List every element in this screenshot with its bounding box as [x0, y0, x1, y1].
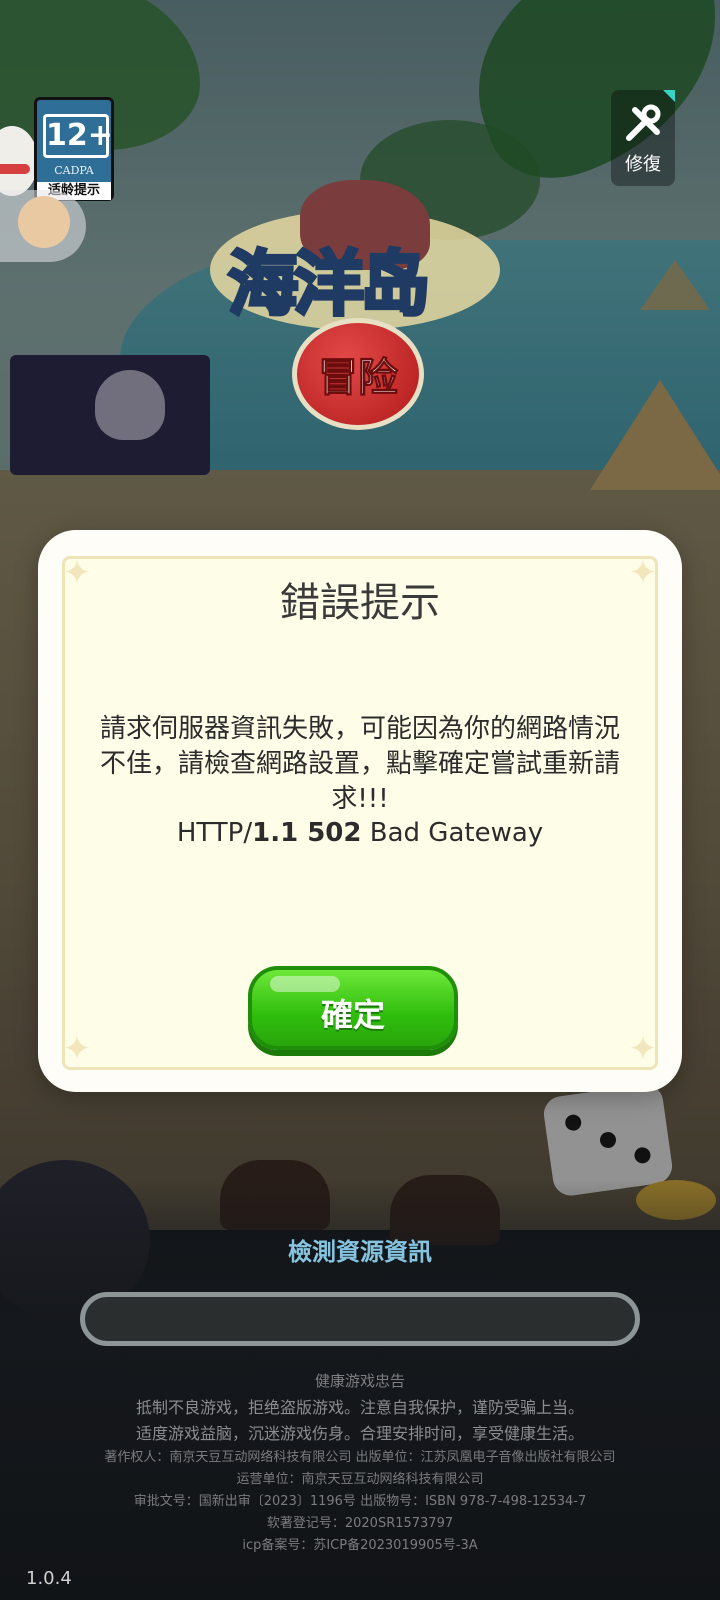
dialog-message: 請求伺服器資訊失敗，可能因為你的網路情況不佳，請檢查網路設置，點擊確定嘗試重新請…: [99, 714, 620, 814]
footer-line: 适度游戏益脑，沉迷游戏伤身。合理安排时间，享受健康生活。: [135, 1424, 584, 1443]
confirm-button[interactable]: 確定: [248, 966, 458, 1050]
player-avatar[interactable]: [0, 190, 86, 262]
wrench-icon: [621, 102, 665, 146]
logo-title: 海洋岛: [226, 241, 432, 327]
game-logo: 海洋岛 冒险: [210, 180, 510, 440]
star-icon: ✦: [628, 1029, 658, 1069]
age-rating-badge[interactable]: 12+ CADPA 适龄提示: [34, 97, 114, 201]
footer-line: 抵制不良游戏，拒绝盗版游戏。注意自我保护，谨防受骗上当。: [135, 1398, 584, 1417]
loading-label: 檢測資源資訊: [288, 1238, 432, 1266]
confirm-button-label: 確定: [320, 996, 385, 1034]
repair-button[interactable]: 修復: [611, 90, 675, 186]
footer-line: 审批文号：国新出审〔2023〕1196号 出版物号：ISBN 978-7-498…: [133, 1494, 587, 1509]
error-dialog: ✦ ✦ ✦ ✦ 錯誤提示 請求伺服器資訊失敗，可能因為你的網路情況不佳，請檢查網…: [38, 530, 682, 1092]
dialog-http-status: HTTP/1.1 502 Bad Gateway: [176, 818, 544, 848]
health-notice-footer: 健康游戏忠告 抵制不良游戏，拒绝盗版游戏。注意自我保护，谨防受骗上当。 适度游戏…: [0, 1370, 720, 1556]
age-rating-org: CADPA: [54, 164, 94, 177]
footer-line: icp备案号：苏ICP备2023019905号-3A: [242, 1538, 478, 1553]
loading-progress-bar: [80, 1292, 640, 1346]
footer-line: 运营单位：南京天豆互动网络科技有限公司: [236, 1472, 484, 1487]
logo-badge: 冒险: [292, 318, 424, 430]
logo-subtitle: 冒险: [318, 355, 399, 402]
repair-label: 修復: [625, 154, 661, 175]
avatar-face-icon: [18, 196, 70, 248]
footer-line: 软著登记号：2020SR1573797: [266, 1516, 454, 1531]
version-label: 1.0.4: [26, 1568, 72, 1589]
dialog-title: 錯誤提示: [280, 580, 440, 626]
footer-line: 著作权人：南京天豆互动网络科技有限公司 出版单位：江苏凤凰电子音像出版社有限公司: [104, 1450, 616, 1465]
footer-heading: 健康游戏忠告: [314, 1372, 405, 1390]
age-rating-number: 12+: [43, 114, 113, 158]
star-icon: ✦: [62, 1029, 92, 1069]
